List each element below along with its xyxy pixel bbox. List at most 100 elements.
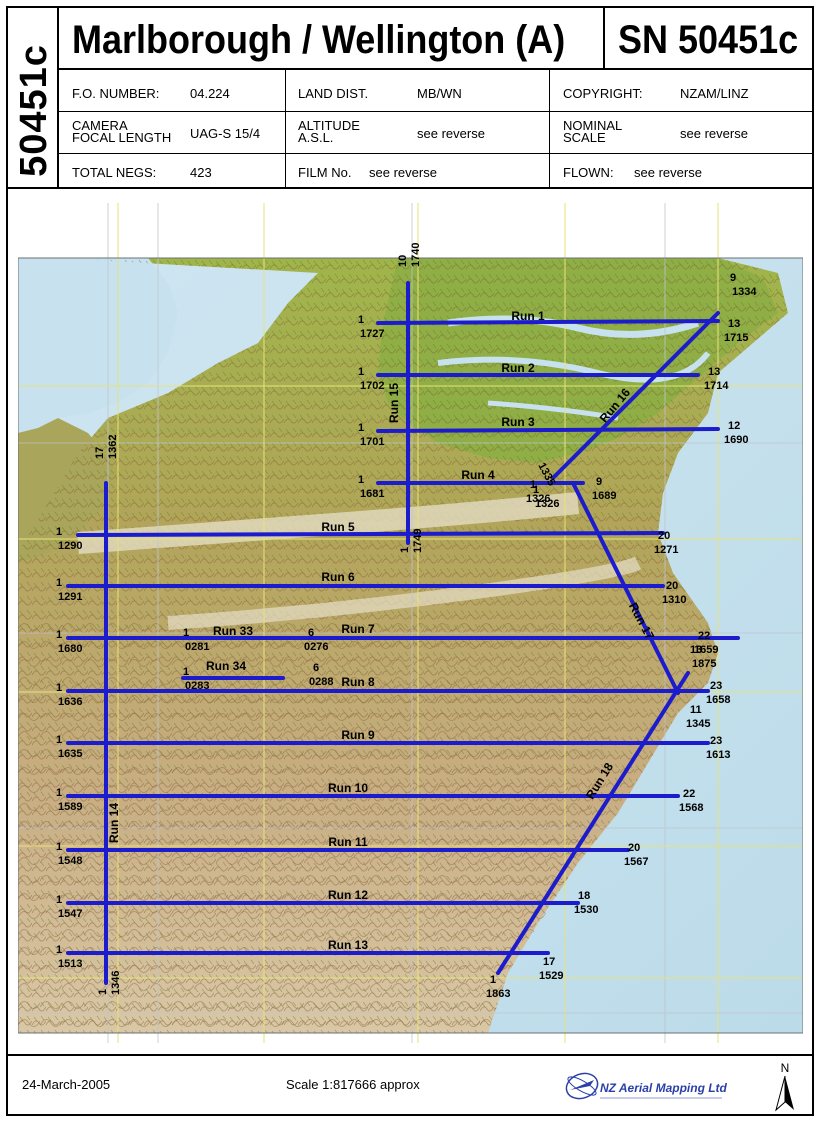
- info-row-divider-2: [57, 153, 814, 154]
- run-12-start-photo: 1547: [58, 908, 82, 920]
- run-14-start-frame: 17: [94, 447, 106, 459]
- north-label: N: [781, 1061, 790, 1075]
- land-label: LAND DIST.: [298, 86, 369, 101]
- header-bottom-border: [6, 187, 814, 189]
- run-5-end-photo: 1271: [654, 544, 678, 556]
- run-7-start-frame: 1: [56, 629, 62, 641]
- run-2-label: Run 2: [501, 361, 535, 375]
- header-divider-left: [57, 6, 59, 188]
- altitude-label: ALTITUDE A.S.L.: [298, 119, 360, 145]
- camera-value: UAG-S 15/4: [190, 126, 261, 141]
- run-1-start-photo: 1727: [360, 328, 384, 340]
- side-code: 50451c: [12, 40, 56, 180]
- run-34-start-photo: 0283: [185, 680, 209, 692]
- run-6-end-frame: 20: [666, 580, 678, 592]
- run-6-start-frame: 1: [56, 577, 62, 589]
- run-33-start-frame: 1: [183, 627, 189, 639]
- footer-top-border: [6, 1054, 814, 1056]
- run-17-end-photo: 1345: [686, 718, 710, 730]
- run-1-end-frame: 13: [728, 318, 740, 330]
- run-11-start-photo: 1548: [58, 855, 82, 867]
- run-8-end-photo: 1658: [706, 694, 730, 706]
- run-15-start-frame: 10: [397, 255, 409, 267]
- run-34-start-frame: 1: [183, 666, 189, 678]
- nominal-value: see reverse: [680, 126, 748, 141]
- run-10-end-photo: 1568: [679, 802, 703, 814]
- run-6-start-photo: 1291: [58, 591, 82, 603]
- run-4-end-photo: 1689: [592, 490, 616, 502]
- run-11-start-frame: 1: [56, 841, 62, 853]
- run-2-end-frame: 13: [708, 366, 720, 378]
- run-11-end-photo: 1567: [624, 856, 648, 868]
- north-arrow: N: [770, 1058, 800, 1113]
- run-8-start-photo: 1636: [58, 696, 82, 708]
- run-4-start-frame: 1: [358, 474, 364, 486]
- run-13-label: Run 13: [328, 938, 368, 952]
- run-12-start-frame: 1: [56, 894, 62, 906]
- flown-label: FLOWN:: [563, 165, 614, 180]
- run-11-label: Run 11: [328, 835, 368, 849]
- run-1-start-frame: 1: [358, 314, 364, 326]
- run-14-label: Run 14: [107, 803, 121, 843]
- run-5-start-photo: 1290: [58, 540, 82, 552]
- run-7-label: Run 7: [341, 622, 375, 636]
- company-logo: NZ Aerial Mapping Ltd: [560, 1062, 730, 1110]
- run-3-label: Run 3: [501, 415, 535, 429]
- run-18-end-photo: 1863: [486, 988, 510, 1000]
- header-divider-title: [57, 68, 814, 70]
- run-33-label: Run 33: [213, 624, 253, 638]
- run-9-end-frame: 23: [710, 735, 722, 747]
- run-14-end-frame: 1: [97, 989, 109, 995]
- film-value: see reverse: [369, 165, 437, 180]
- run-8-end-frame: 23: [710, 680, 722, 692]
- run-3-end-photo: 1690: [724, 434, 748, 446]
- run-4-start-photo: 1681: [360, 488, 384, 500]
- sn-label: SN 50451c: [618, 18, 799, 62]
- negs-label: TOTAL NEGS:: [72, 165, 157, 180]
- fo-label: F.O. NUMBER:: [72, 86, 160, 101]
- flown-value: see reverse: [634, 165, 702, 180]
- run-10-end-frame: 22: [683, 788, 695, 800]
- run-18-end-frame: 1: [490, 974, 496, 986]
- film-label: FILM No.: [298, 165, 352, 180]
- run-2-start-frame: 1: [358, 366, 364, 378]
- run-33-end-photo: 0276: [304, 641, 328, 653]
- run-12-label: Run 12: [328, 888, 368, 902]
- run-16-start-photo: 1334: [732, 286, 757, 298]
- run-9-start-frame: 1: [56, 734, 62, 746]
- run-9-start-photo: 1635: [58, 748, 82, 760]
- run-34-end-photo: 0288: [309, 676, 333, 688]
- copyright-label: COPYRIGHT:: [563, 86, 643, 101]
- run-3-start-photo: 1701: [360, 436, 384, 448]
- run-5-end-frame: 20: [658, 530, 670, 542]
- run-3-start-frame: 1: [358, 422, 364, 434]
- run-10-start-frame: 1: [56, 787, 62, 799]
- copyright-value: NZAM/LINZ: [680, 86, 749, 101]
- run-9-label: Run 9: [341, 728, 375, 742]
- run-15-end-photo: 1749: [412, 529, 424, 553]
- run-34-end-frame: 6: [313, 662, 319, 674]
- run-14-end-photo: 1346: [110, 971, 122, 995]
- run-15-end-frame: 1: [399, 547, 411, 553]
- run-5-start-frame: 1: [56, 526, 62, 538]
- altitude-label-line2: A.S.L.: [298, 130, 334, 145]
- flight-map-svg: Run 111727131715Run 211702131714Run 3117…: [17, 203, 804, 1043]
- camera-label-line2: FOCAL LENGTH: [72, 130, 172, 145]
- negs-value: 423: [190, 165, 212, 180]
- run-1-label: Run 1: [511, 309, 545, 323]
- map-title: Marlborough / Wellington (A): [72, 18, 566, 62]
- run-5-line: [76, 531, 665, 537]
- run-13-end-photo: 1529: [539, 970, 563, 982]
- north-arrow-icon: N: [775, 1061, 794, 1112]
- run-2-start-photo: 1702: [360, 380, 384, 392]
- run-33-end-frame: 6: [308, 627, 314, 639]
- run-17-end-frame: 11: [690, 704, 702, 716]
- company-logo-graphic: NZ Aerial Mapping Ltd: [565, 1072, 728, 1100]
- run-16-start-frame: 9: [730, 272, 736, 284]
- run-6-end-photo: 1310: [662, 594, 686, 606]
- info-row-divider-1: [57, 111, 814, 112]
- footer-scale: Scale 1:817666 approx: [286, 1077, 420, 1092]
- run-6-label: Run 6: [321, 570, 355, 584]
- run-7-end-frame: 22: [698, 630, 710, 642]
- run-9-end-photo: 1613: [706, 749, 730, 761]
